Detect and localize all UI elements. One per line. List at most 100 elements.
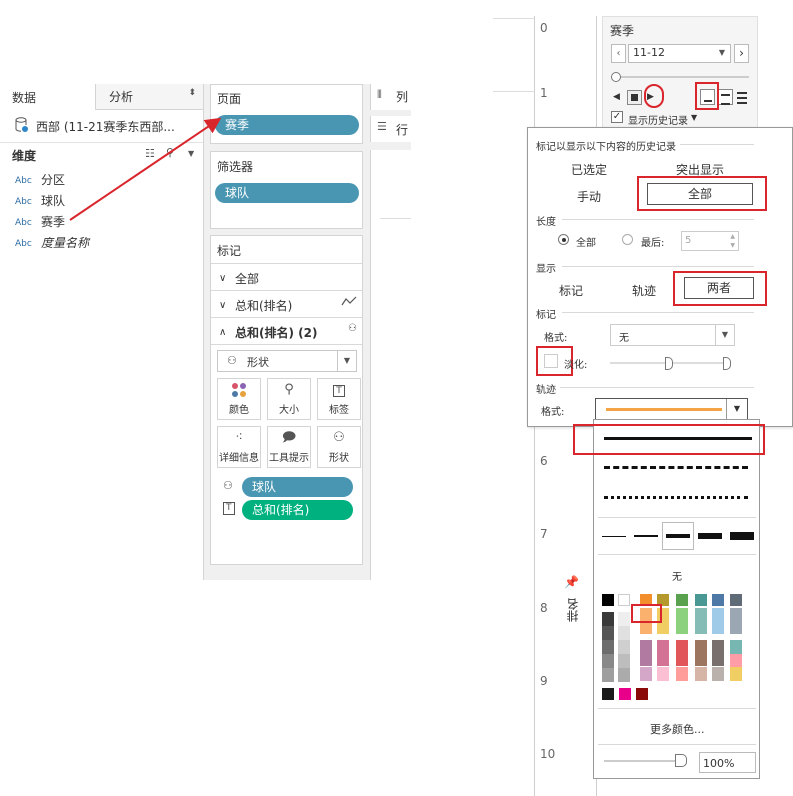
marks-label: 标记 bbox=[536, 310, 556, 321]
display-marks[interactable]: 标记 bbox=[559, 282, 583, 299]
stop-icon bbox=[631, 94, 638, 101]
fade-slider-handle[interactable] bbox=[723, 357, 731, 370]
line-width-2[interactable] bbox=[634, 535, 658, 537]
length-all-radio[interactable] bbox=[558, 234, 569, 245]
axis-tick: 0 bbox=[540, 21, 548, 35]
color-swatch[interactable] bbox=[618, 612, 630, 626]
color-swatch[interactable] bbox=[640, 640, 652, 666]
highlight-box bbox=[631, 604, 662, 623]
axis-tick: 9 bbox=[540, 674, 548, 688]
color-swatch[interactable] bbox=[657, 640, 669, 666]
color-swatch[interactable] bbox=[640, 667, 652, 681]
color-swatch[interactable] bbox=[618, 640, 630, 654]
gridline bbox=[493, 18, 535, 19]
color-swatch[interactable] bbox=[618, 654, 630, 668]
color-swatch[interactable] bbox=[695, 594, 707, 606]
length-all-label[interactable]: 全部 bbox=[576, 234, 596, 249]
line-width-4[interactable] bbox=[698, 533, 722, 539]
line-width-3-selected[interactable] bbox=[662, 522, 694, 550]
color-swatch[interactable] bbox=[602, 612, 614, 626]
axis-tick: 7 bbox=[540, 527, 548, 541]
color-swatch[interactable] bbox=[730, 667, 742, 681]
line-width-5[interactable] bbox=[730, 532, 754, 540]
color-swatch[interactable] bbox=[712, 640, 724, 666]
divider bbox=[680, 144, 754, 145]
speed-medium-button[interactable] bbox=[718, 89, 733, 105]
color-swatch[interactable] bbox=[695, 640, 707, 666]
show-history-label[interactable]: 显示历史记录 bbox=[628, 112, 688, 127]
color-swatch[interactable] bbox=[676, 594, 688, 606]
fade-slider-handle[interactable] bbox=[665, 357, 673, 370]
axis-title: 排名 bbox=[566, 598, 580, 622]
color-swatch[interactable] bbox=[602, 640, 614, 654]
color-swatch[interactable] bbox=[602, 654, 614, 668]
line-style-dotted[interactable] bbox=[604, 496, 748, 499]
color-swatch[interactable] bbox=[695, 667, 707, 681]
trail-color-swatch bbox=[606, 408, 722, 411]
highlight-box bbox=[637, 176, 767, 211]
marks-format-label: 格式: bbox=[544, 333, 568, 344]
color-swatch[interactable] bbox=[676, 608, 688, 634]
color-swatch[interactable] bbox=[730, 594, 742, 606]
highlight-box bbox=[673, 271, 767, 306]
axis-tick: 1 bbox=[540, 86, 548, 100]
color-swatch[interactable] bbox=[712, 608, 724, 634]
next-season-button[interactable]: › bbox=[734, 44, 749, 63]
option-selected[interactable]: 已选定 bbox=[571, 161, 607, 178]
divider bbox=[562, 312, 754, 313]
color-swatch[interactable] bbox=[602, 594, 614, 606]
opacity-slider-track[interactable] bbox=[604, 760, 684, 762]
divider bbox=[560, 387, 754, 388]
length-last-label[interactable]: 最后: bbox=[641, 234, 664, 249]
trail-format-select[interactable]: ▼ bbox=[595, 398, 748, 420]
color-swatch[interactable] bbox=[657, 667, 669, 681]
color-none-option[interactable]: 无 bbox=[672, 568, 682, 583]
color-swatch[interactable] bbox=[618, 668, 630, 682]
color-swatch[interactable] bbox=[619, 688, 631, 700]
axis-tick: 6 bbox=[540, 454, 548, 468]
history-heading: 标记以显示以下内容的历史记录 bbox=[536, 142, 676, 153]
line-width-1[interactable] bbox=[602, 536, 626, 537]
divider bbox=[562, 219, 754, 220]
play-backward-button[interactable]: ◀ bbox=[613, 92, 620, 102]
color-swatch[interactable] bbox=[695, 608, 707, 634]
display-trails[interactable]: 轨迹 bbox=[632, 282, 656, 299]
color-swatch[interactable] bbox=[618, 626, 630, 640]
color-swatch[interactable] bbox=[676, 667, 688, 681]
opacity-input[interactable]: 100% bbox=[699, 752, 756, 773]
opacity-slider-thumb[interactable] bbox=[675, 754, 687, 767]
chevron-down-icon: ▼ bbox=[718, 48, 725, 57]
speed-fast-button[interactable] bbox=[736, 89, 750, 105]
season-select[interactable]: 11-12 ▼ bbox=[628, 44, 731, 63]
color-swatch[interactable] bbox=[618, 594, 630, 606]
more-colors-button[interactable]: 更多颜色... bbox=[650, 721, 705, 737]
stop-button[interactable] bbox=[627, 90, 642, 105]
chevron-down-icon[interactable]: ▼ bbox=[691, 113, 697, 122]
color-swatch[interactable] bbox=[730, 608, 742, 634]
color-swatch[interactable] bbox=[602, 668, 614, 682]
marks-format-value: 无 bbox=[619, 333, 629, 344]
marks-format-select[interactable]: 无 ▼ bbox=[610, 324, 735, 346]
highlight-box bbox=[644, 84, 664, 108]
color-swatch[interactable] bbox=[712, 594, 724, 606]
color-swatch[interactable] bbox=[712, 667, 724, 681]
season-slider-thumb[interactable] bbox=[611, 72, 621, 82]
color-swatch[interactable] bbox=[636, 688, 648, 700]
season-slider-track[interactable] bbox=[614, 76, 749, 78]
chevron-down-icon: ▼ bbox=[726, 399, 747, 419]
color-swatch[interactable] bbox=[602, 626, 614, 640]
line-style-dashed[interactable] bbox=[604, 466, 748, 469]
trail-format-label: 格式: bbox=[541, 407, 565, 418]
divider bbox=[598, 554, 756, 555]
prev-season-button[interactable]: ‹ bbox=[611, 44, 626, 63]
axis-tick: 10 bbox=[540, 747, 556, 761]
color-swatch[interactable] bbox=[602, 688, 614, 700]
color-swatch[interactable] bbox=[730, 654, 742, 667]
show-history-checkbox[interactable]: ✓ bbox=[611, 111, 623, 123]
length-last-radio[interactable] bbox=[622, 234, 633, 245]
pin-icon[interactable]: 📌 bbox=[564, 575, 579, 589]
divider bbox=[598, 744, 756, 745]
option-manual[interactable]: 手动 bbox=[577, 188, 601, 205]
length-last-input[interactable]: 5 ▲ ▼ bbox=[681, 231, 739, 251]
color-swatch[interactable] bbox=[676, 640, 688, 666]
